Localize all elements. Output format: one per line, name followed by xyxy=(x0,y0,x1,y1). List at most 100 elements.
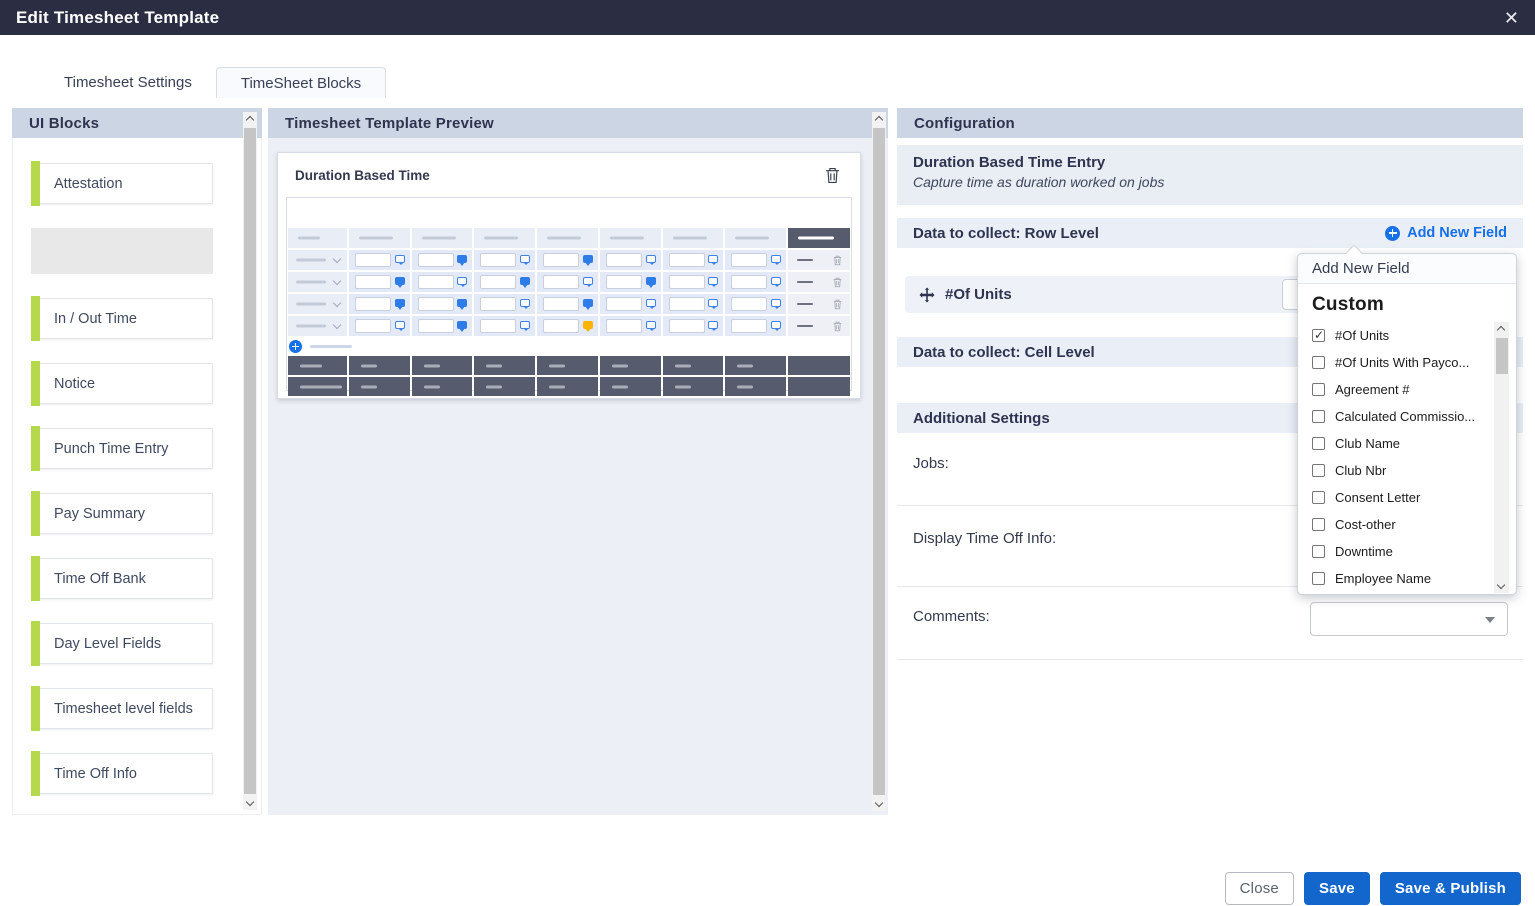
close-icon[interactable]: ✕ xyxy=(1504,9,1519,27)
chevron-down-icon xyxy=(1485,617,1495,623)
plus-circle-icon xyxy=(1385,226,1400,241)
tab-timesheet-settings[interactable]: Timesheet Settings xyxy=(40,67,216,98)
field-option[interactable]: Club Name xyxy=(1312,430,1486,457)
ui-block-item[interactable]: Attestation xyxy=(31,163,213,204)
tab-timesheet-blocks[interactable]: TimeSheet Blocks xyxy=(216,67,386,98)
delete-block-trash-icon[interactable] xyxy=(825,167,840,184)
field-option[interactable]: Cost-other xyxy=(1312,511,1486,538)
drag-move-icon[interactable] xyxy=(919,287,935,303)
ui-block-item[interactable]: Punch Time Entry xyxy=(31,428,213,469)
ui-block-item[interactable]: Day Level Fields xyxy=(31,623,213,664)
ui-block-item[interactable]: Time Off Bank xyxy=(31,558,213,599)
field-option-label: Agreement # xyxy=(1335,382,1409,397)
checkbox-icon[interactable] xyxy=(1312,545,1325,558)
block-label: Punch Time Entry xyxy=(54,441,168,457)
mock-timesheet xyxy=(286,197,852,391)
card-title: Duration Based Time xyxy=(295,168,430,183)
mock-input xyxy=(543,253,579,267)
mock-input xyxy=(606,319,642,333)
mock-header-cell xyxy=(663,228,724,248)
field-option[interactable]: #Of Units With Payco... xyxy=(1312,349,1486,376)
mock-total-cell xyxy=(412,377,473,396)
save-button[interactable]: Save xyxy=(1304,872,1370,905)
block-accent-bar xyxy=(31,161,40,206)
mock-input xyxy=(543,297,579,311)
comment-icon xyxy=(520,255,530,263)
checkbox-icon[interactable] xyxy=(1312,518,1325,531)
mock-entry-cell xyxy=(412,272,473,292)
checkbox-icon[interactable] xyxy=(1312,572,1325,585)
ui-block-item[interactable]: In / Out Time xyxy=(31,298,213,339)
mock-total-cell xyxy=(663,377,724,396)
checkbox-icon[interactable] xyxy=(1312,410,1325,423)
mock-entry-cell xyxy=(349,316,410,336)
preview-scrollbar[interactable] xyxy=(872,112,886,811)
close-button[interactable]: Close xyxy=(1225,872,1294,905)
mock-total-cell xyxy=(349,377,410,396)
checkbox-icon[interactable] xyxy=(1312,464,1325,477)
checkbox-icon[interactable] xyxy=(1312,329,1325,342)
mock-input xyxy=(480,319,516,333)
scroll-thumb[interactable] xyxy=(873,128,885,795)
mock-job-cell xyxy=(288,316,347,336)
field-option[interactable]: #Of Units xyxy=(1312,322,1486,349)
scroll-down-icon[interactable] xyxy=(1494,579,1509,593)
mock-row-delete-cell xyxy=(788,316,850,336)
field-option[interactable]: Calculated Commissio... xyxy=(1312,403,1486,430)
field-option[interactable]: Club Nbr xyxy=(1312,457,1486,484)
block-accent-bar xyxy=(31,751,40,796)
mock-entry-cell xyxy=(600,250,661,270)
save-publish-button[interactable]: Save & Publish xyxy=(1380,872,1521,905)
timesheet-preview-panel: Timesheet Template Preview Duration Base… xyxy=(268,108,888,815)
comments-select[interactable] xyxy=(1310,602,1508,636)
ui-block-item[interactable]: Notice xyxy=(31,363,213,404)
mock-total-cell xyxy=(288,377,347,396)
checkbox-icon[interactable] xyxy=(1312,383,1325,396)
field-option[interactable]: Agreement # xyxy=(1312,376,1486,403)
field-option-label: #Of Units xyxy=(1335,328,1389,343)
scroll-up-icon[interactable] xyxy=(872,112,886,126)
mock-header-cell xyxy=(412,228,473,248)
mock-input xyxy=(731,319,767,333)
scroll-down-icon[interactable] xyxy=(243,796,257,810)
comment-icon xyxy=(457,321,467,329)
ui-blocks-scrollbar[interactable] xyxy=(243,112,257,810)
comment-icon xyxy=(583,277,593,285)
mock-table xyxy=(288,228,850,336)
block-label: In / Out Time xyxy=(54,311,137,327)
row-level-label: Data to collect: Row Level xyxy=(913,225,1099,242)
comment-icon xyxy=(395,255,405,263)
mock-input xyxy=(606,297,642,311)
checkbox-icon[interactable] xyxy=(1312,491,1325,504)
scroll-down-icon[interactable] xyxy=(872,797,886,811)
ui-block-placeholder[interactable] xyxy=(31,228,213,274)
checkbox-icon[interactable] xyxy=(1312,356,1325,369)
mock-entry-cell xyxy=(600,316,661,336)
mock-total-cell xyxy=(725,356,786,375)
mock-header-cell xyxy=(537,228,598,248)
field-option[interactable]: Consent Letter xyxy=(1312,484,1486,511)
row-level-section-bar: Data to collect: Row Level Add New Field xyxy=(897,218,1523,248)
checkbox-icon[interactable] xyxy=(1312,437,1325,450)
comment-icon xyxy=(771,255,781,263)
mock-input xyxy=(418,253,454,267)
scroll-thumb[interactable] xyxy=(244,128,256,794)
popup-scrollbar[interactable] xyxy=(1494,322,1509,593)
mock-header-cell xyxy=(349,228,410,248)
mock-total-cell xyxy=(600,356,661,375)
block-accent-bar xyxy=(31,296,40,341)
scroll-up-icon[interactable] xyxy=(243,112,257,126)
comment-icon xyxy=(457,255,467,263)
field-option[interactable]: Downtime xyxy=(1312,538,1486,565)
add-new-field-button[interactable]: Add New Field xyxy=(1385,225,1507,241)
mock-input xyxy=(355,297,391,311)
mock-total-cell xyxy=(474,377,535,396)
ui-block-item[interactable]: Time Off Info xyxy=(31,753,213,794)
scroll-up-icon[interactable] xyxy=(1494,322,1509,336)
ui-block-item[interactable]: Pay Summary xyxy=(31,493,213,534)
ui-block-item[interactable]: Timesheet level fields xyxy=(31,688,213,729)
field-option[interactable]: Employee Name xyxy=(1312,565,1486,592)
comment-icon xyxy=(395,321,405,329)
scroll-thumb[interactable] xyxy=(1496,338,1508,374)
mock-total-cell xyxy=(725,377,786,396)
